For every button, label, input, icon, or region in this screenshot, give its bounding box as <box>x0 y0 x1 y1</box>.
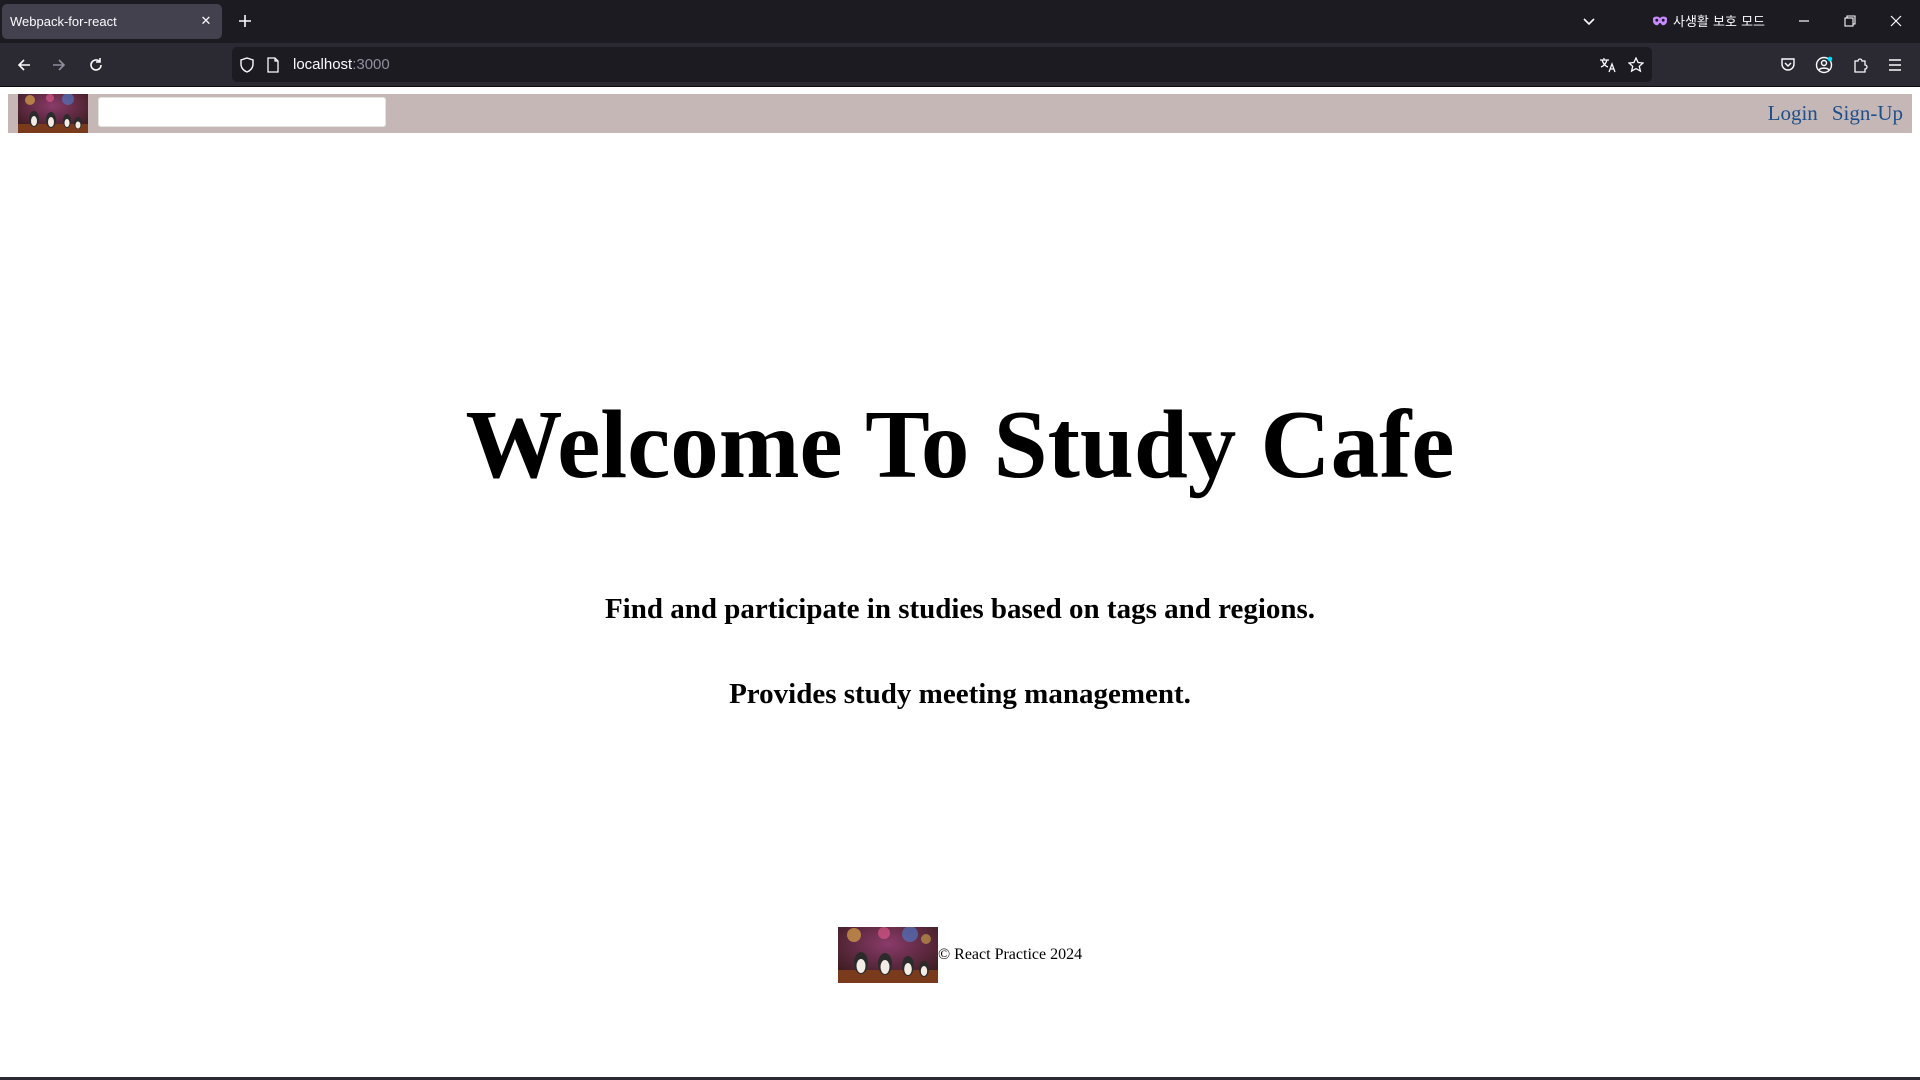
browser-tab-strip: Webpack-for-react ✕ 사생활 보호 모드 <box>0 0 1920 43</box>
pocket-button[interactable] <box>1773 50 1803 80</box>
arrow-right-icon <box>53 59 66 71</box>
reload-button[interactable] <box>81 50 111 80</box>
chevron-down-icon <box>1583 18 1595 26</box>
arrow-left-icon <box>17 59 30 71</box>
tab-title: Webpack-for-react <box>10 14 117 29</box>
footer-logo <box>838 927 938 983</box>
private-mode-label: 사생활 보호 모드 <box>1673 15 1765 30</box>
browser-toolbar: localhost:3000 <box>0 43 1920 86</box>
browser-tab-active[interactable]: Webpack-for-react ✕ <box>2 4 222 39</box>
hero-subtitle-2: Provides study meeting management. <box>729 678 1191 710</box>
url-host: localhost <box>293 56 353 73</box>
restore-button[interactable] <box>1828 6 1872 36</box>
site-logo[interactable] <box>18 94 88 133</box>
puzzle-icon <box>1854 58 1868 73</box>
close-icon <box>1890 15 1902 27</box>
minimize-button[interactable] <box>1782 6 1826 36</box>
menu-button[interactable] <box>1880 50 1910 80</box>
url-port: :3000 <box>352 56 390 73</box>
page-icon[interactable] <box>263 55 283 75</box>
reload-icon <box>90 58 102 71</box>
tab-close-icon[interactable]: ✕ <box>196 11 216 31</box>
shield-icon[interactable] <box>237 55 257 75</box>
minimize-icon <box>1799 20 1809 22</box>
address-bar[interactable]: localhost:3000 <box>232 47 1652 82</box>
forward-button[interactable] <box>44 50 74 80</box>
hero-subtitle-1: Find and participate in studies based on… <box>604 593 1316 625</box>
pocket-icon <box>1781 58 1795 71</box>
private-mode-indicator: 사생활 보호 모드 <box>1652 11 1765 30</box>
restore-icon <box>1844 15 1856 27</box>
translate-icon[interactable] <box>1598 55 1618 75</box>
close-window-button[interactable] <box>1874 6 1918 36</box>
search-input[interactable] <box>98 97 386 127</box>
auth-links: Login Sign-Up <box>1768 101 1903 126</box>
extensions-button[interactable] <box>1845 50 1875 80</box>
url-text[interactable]: localhost:3000 <box>293 56 390 73</box>
plus-icon <box>239 15 251 27</box>
account-button[interactable] <box>1809 50 1839 80</box>
private-mask-icon <box>1653 16 1667 25</box>
back-button[interactable] <box>9 50 39 80</box>
login-link[interactable]: Login <box>1768 101 1818 126</box>
hero-title: Welcome To Study Cafe <box>465 391 1455 498</box>
signup-link[interactable]: Sign-Up <box>1832 101 1903 126</box>
footer: © React Practice 2024 <box>838 927 1082 983</box>
star-icon[interactable] <box>1626 55 1646 75</box>
account-icon <box>1815 56 1833 74</box>
hamburger-icon <box>1889 59 1901 71</box>
page-viewport: Login Sign-Up Welcome To Study Cafe Find… <box>0 87 1920 1080</box>
new-tab-button[interactable] <box>232 8 258 34</box>
site-header: Login Sign-Up <box>8 94 1912 133</box>
list-all-tabs-button[interactable] <box>1576 8 1602 34</box>
footer-copyright: © React Practice 2024 <box>938 946 1083 963</box>
